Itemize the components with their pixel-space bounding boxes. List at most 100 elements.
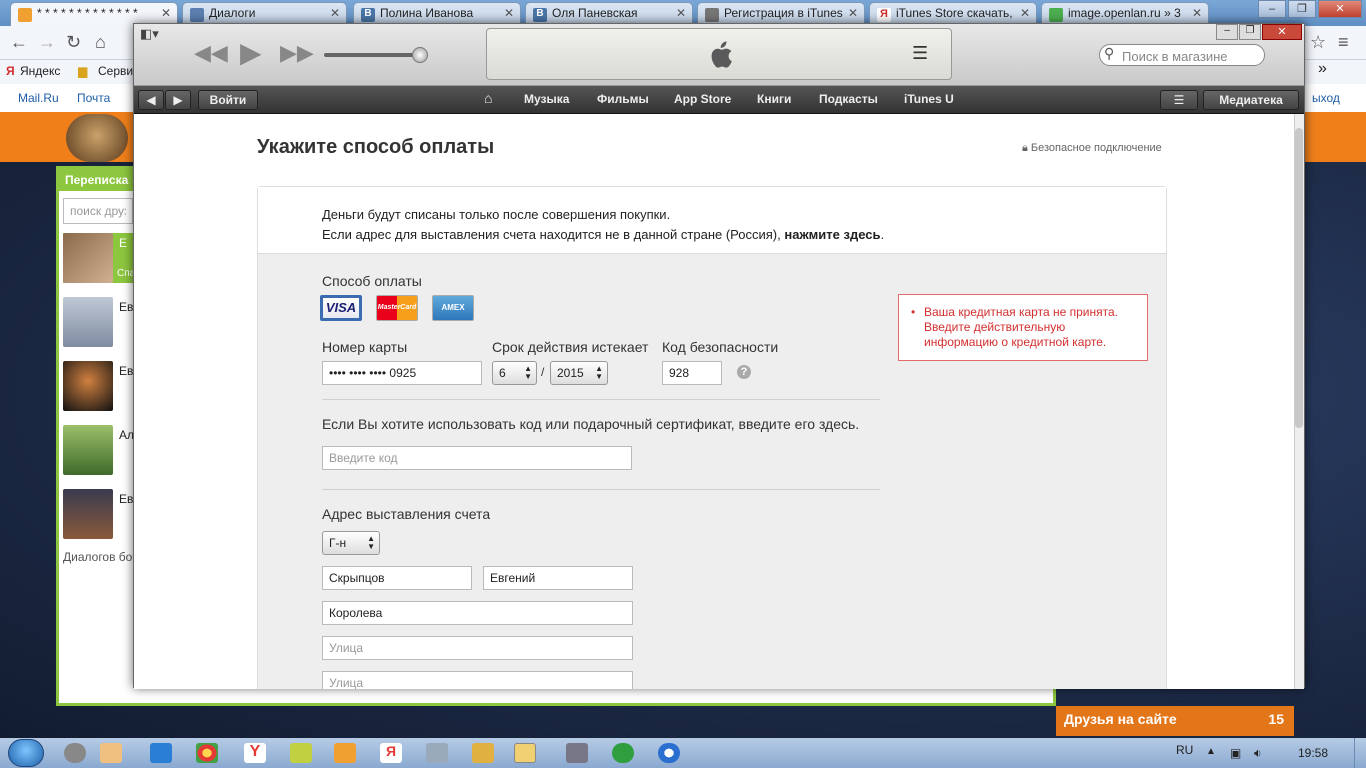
face-icon[interactable] bbox=[100, 743, 122, 763]
home-icon[interactable]: ⌂ bbox=[95, 32, 106, 53]
yandex-icon[interactable]: Я bbox=[380, 743, 402, 763]
back-icon[interactable]: ← bbox=[10, 32, 28, 53]
utorrent-icon[interactable] bbox=[612, 743, 634, 763]
forward-icon[interactable]: → bbox=[38, 32, 56, 53]
help-icon[interactable]: ? bbox=[737, 365, 751, 379]
volume-slider[interactable] bbox=[324, 53, 424, 57]
friend-item[interactable]: Ев bbox=[63, 297, 135, 347]
tools-icon[interactable] bbox=[290, 743, 312, 763]
library-button[interactable]: Медиатека bbox=[1203, 90, 1299, 110]
link-mailru[interactable]: Mail.Ru bbox=[18, 91, 59, 105]
gift-code-input[interactable] bbox=[322, 446, 632, 470]
rewind-icon[interactable]: ◀◀ bbox=[194, 40, 228, 66]
close-icon[interactable]: ✕ bbox=[161, 6, 171, 20]
play-icon[interactable]: ▶ bbox=[240, 36, 262, 69]
amex-option[interactable]: AMEX bbox=[432, 295, 474, 321]
card-number-label: Номер карты bbox=[322, 339, 408, 355]
minimize-button[interactable]: – bbox=[1258, 0, 1286, 18]
click-here-link[interactable]: нажмите здесь bbox=[784, 227, 880, 242]
tab-label: iTunes Store скачать, bbox=[896, 6, 1013, 20]
expiry-year-select[interactable]: 2015 ▲ ▼ bbox=[550, 361, 608, 385]
expiry-month-select[interactable]: 6 ▲ ▼ bbox=[492, 361, 537, 385]
close-icon[interactable]: ✕ bbox=[1020, 6, 1030, 20]
vk-icon: В bbox=[361, 8, 375, 22]
friend-item[interactable]: Ев bbox=[63, 489, 135, 539]
store-nav-bar: ◀ ▶ Войти ⌂ Музыка Фильмы App Store Книг… bbox=[134, 86, 1304, 114]
obs-icon[interactable] bbox=[64, 743, 86, 763]
close-icon[interactable]: ✕ bbox=[1192, 6, 1202, 20]
chrome-icon[interactable] bbox=[196, 743, 218, 763]
menu-icon[interactable]: ≡ bbox=[1338, 32, 1349, 53]
volume-icon[interactable]: 🔉︎ bbox=[1254, 746, 1262, 761]
street-input-3[interactable] bbox=[322, 671, 633, 689]
close-window-button[interactable]: ✕ bbox=[1262, 24, 1302, 40]
salutation-select[interactable]: Г-н ▲ ▼ bbox=[322, 531, 380, 555]
link-logout[interactable]: ыход bbox=[1312, 91, 1340, 105]
maximize-button[interactable]: ❐ bbox=[1239, 24, 1261, 40]
card-number-input[interactable] bbox=[322, 361, 482, 385]
mail-icon bbox=[18, 8, 32, 22]
menu-button[interactable]: ☰ bbox=[1160, 90, 1198, 110]
volume-knob[interactable] bbox=[412, 47, 428, 63]
itunes-icon[interactable] bbox=[658, 743, 680, 763]
close-icon[interactable]: ✕ bbox=[676, 6, 686, 20]
explorer-folder-icon[interactable] bbox=[514, 743, 536, 763]
home-icon[interactable]: ⌂ bbox=[484, 90, 492, 106]
back-button[interactable]: ◀ bbox=[138, 90, 164, 110]
minimize-button[interactable]: – bbox=[1216, 24, 1238, 40]
bookmark-yandex[interactable]: Яндекс bbox=[20, 64, 60, 78]
street-input-2[interactable] bbox=[322, 636, 633, 660]
language-indicator[interactable]: RU bbox=[1176, 743, 1193, 757]
nav-podcasts[interactable]: Подкасты bbox=[819, 92, 878, 106]
last-name-input[interactable] bbox=[322, 566, 472, 590]
first-name-input[interactable] bbox=[483, 566, 633, 590]
store-search-input[interactable] bbox=[1099, 44, 1265, 66]
list-icon[interactable]: ☰ bbox=[912, 43, 934, 65]
yandex-browser-icon[interactable]: Y bbox=[244, 743, 266, 763]
friend-name: Ев bbox=[119, 364, 134, 378]
tray-arrow-icon[interactable]: ▲ bbox=[1206, 746, 1216, 757]
tab-label: image.openlan.ru » 3 bbox=[1068, 6, 1181, 20]
close-icon[interactable]: ✕ bbox=[504, 6, 514, 20]
visa-card-option[interactable]: VISA bbox=[320, 295, 362, 321]
media-player-icon[interactable] bbox=[334, 743, 356, 763]
scrollbar-thumb[interactable] bbox=[1295, 128, 1303, 428]
network-icon[interactable] bbox=[566, 743, 588, 763]
messages-tab[interactable]: Переписка bbox=[59, 169, 134, 191]
friend-item[interactable]: Ал bbox=[63, 425, 135, 475]
reload-icon[interactable]: ↻ bbox=[66, 32, 81, 53]
mastercard-option[interactable]: MasterCard bbox=[376, 295, 418, 321]
nav-app-store[interactable]: App Store bbox=[674, 92, 731, 106]
bookmark-services[interactable]: Серви bbox=[98, 64, 133, 78]
friend-search-input[interactable] bbox=[63, 198, 133, 224]
nav-movies[interactable]: Фильмы bbox=[597, 92, 649, 106]
paw-icon[interactable] bbox=[472, 743, 494, 763]
close-icon[interactable]: ✕ bbox=[848, 6, 858, 20]
cvv-input[interactable] bbox=[662, 361, 722, 385]
nav-books[interactable]: Книги bbox=[757, 92, 791, 106]
speaker-icon[interactable] bbox=[426, 743, 448, 763]
close-icon[interactable]: ✕ bbox=[330, 6, 340, 20]
nav-music[interactable]: Музыка bbox=[524, 92, 569, 106]
link-mail[interactable]: Почта bbox=[77, 91, 110, 105]
clock[interactable]: 19:58 bbox=[1298, 746, 1328, 760]
forward-button[interactable]: ▶ bbox=[165, 90, 191, 110]
dialogs-count-text: Диалогов бо bbox=[63, 550, 133, 564]
bookmark-star-icon[interactable]: ☆ bbox=[1310, 32, 1326, 53]
maximize-button[interactable]: ❐ bbox=[1288, 0, 1316, 18]
internet-explorer-icon[interactable] bbox=[150, 743, 172, 763]
nav-itunes-u[interactable]: iTunes U bbox=[904, 92, 954, 106]
friend-item-active[interactable]: Е Спа bbox=[63, 233, 135, 283]
login-button[interactable]: Войти bbox=[198, 90, 258, 110]
friend-item[interactable]: Ев bbox=[63, 361, 135, 411]
fast-forward-icon[interactable]: ▶▶ bbox=[280, 40, 314, 66]
secure-connection-label: Безопасное подключение bbox=[1030, 142, 1162, 154]
sidebar-toggle-icon[interactable]: ◧▾ bbox=[140, 26, 159, 42]
start-button[interactable] bbox=[8, 739, 44, 767]
friends-online-bar[interactable]: Друзья на сайте 15 bbox=[1056, 706, 1294, 736]
street-input-1[interactable] bbox=[322, 601, 633, 625]
close-window-button[interactable]: ✕ bbox=[1318, 0, 1362, 18]
more-bookmarks-icon[interactable]: » bbox=[1318, 60, 1327, 78]
tray-device-icon[interactable]: ▣ bbox=[1230, 746, 1241, 760]
show-desktop-button[interactable] bbox=[1354, 738, 1366, 768]
